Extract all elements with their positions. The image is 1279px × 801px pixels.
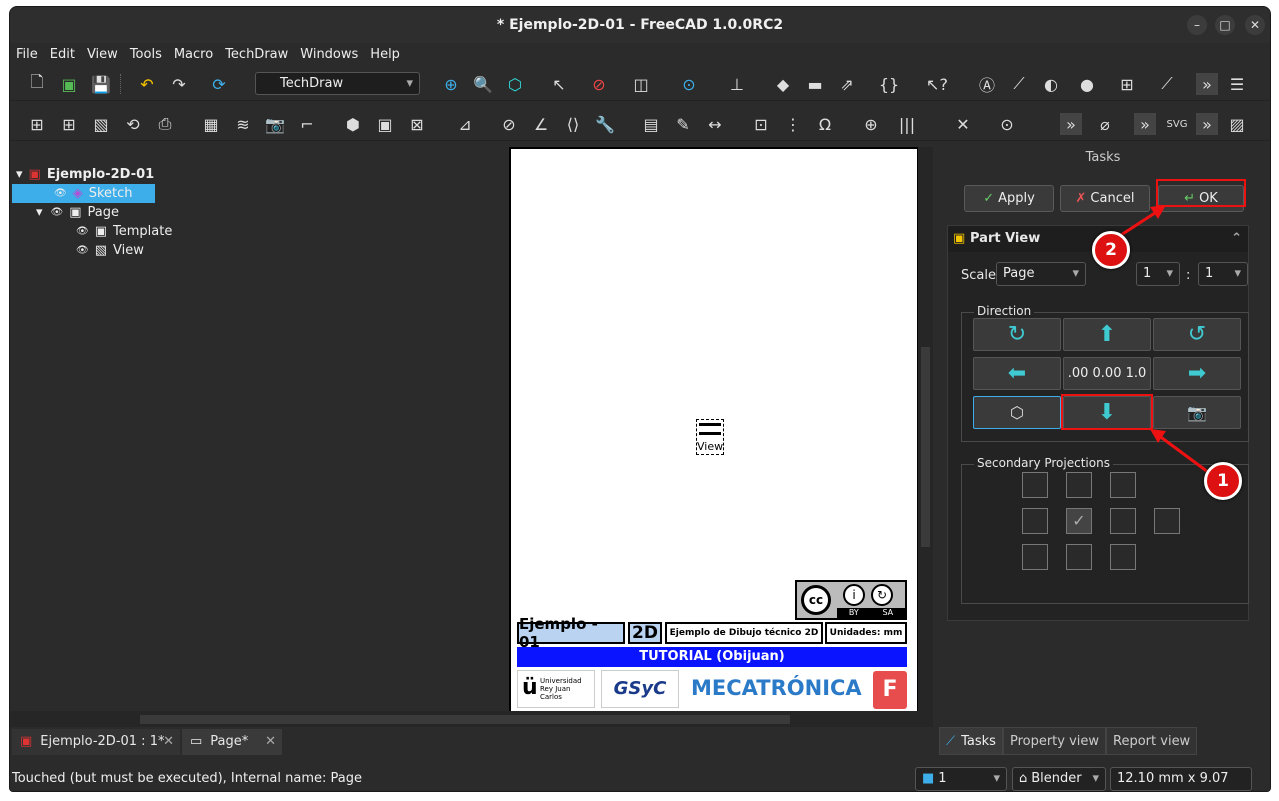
close-tab-icon[interactable]: ✕ <box>265 729 276 755</box>
arrow-2-head <box>1150 205 1166 219</box>
freecad-window: * Ejemplo-2D-01 - FreeCAD 1.0.0RC2 – □ ✕… <box>9 6 1271 792</box>
annotation-arrows <box>1117 205 1209 474</box>
tab-report-view[interactable]: Report view <box>1106 727 1198 755</box>
annotation-badge-1: 1 <box>1204 462 1242 500</box>
document-icon: ▣ <box>20 734 33 749</box>
tab-tasks[interactable]: ⟋ Tasks <box>939 727 1003 755</box>
arrow-2-line <box>1117 209 1159 239</box>
arrow-1-line <box>1157 433 1209 474</box>
status-bar: Touched (but must be executed), Internal… <box>10 763 1270 791</box>
navigation-style-select[interactable]: ⌂ Blender <box>1012 767 1106 791</box>
page-tab-icon: ▭ <box>190 734 203 749</box>
mouse-icon: ⌂ <box>1019 771 1028 786</box>
status-message: Touched (but must be executed), Internal… <box>12 771 362 786</box>
tasks-icon: ⟋ <box>946 734 956 749</box>
tab-page[interactable]: ▭ Page* ✕ <box>182 729 282 755</box>
dimensions-display[interactable]: 12.10 mm x 9.07 mm <box>1110 767 1252 791</box>
document-tab-bar: ▣ Ejemplo-2D-01 : 1* ✕ ▭ Page* ✕ <box>10 727 933 755</box>
layer-icon: ■ <box>922 771 935 786</box>
tab-property-view[interactable]: Property view <box>1002 727 1107 755</box>
annotation-badge-2: 2 <box>1092 231 1130 269</box>
tab-ejemplo[interactable]: ▣ Ejemplo-2D-01 : 1* ✕ <box>12 729 180 755</box>
panel-tab-bar: ⟋ Tasks Property view Report view <box>939 727 1198 755</box>
close-tab-icon[interactable]: ✕ <box>163 729 174 755</box>
layer-select[interactable]: ■ 1 <box>915 767 1007 791</box>
